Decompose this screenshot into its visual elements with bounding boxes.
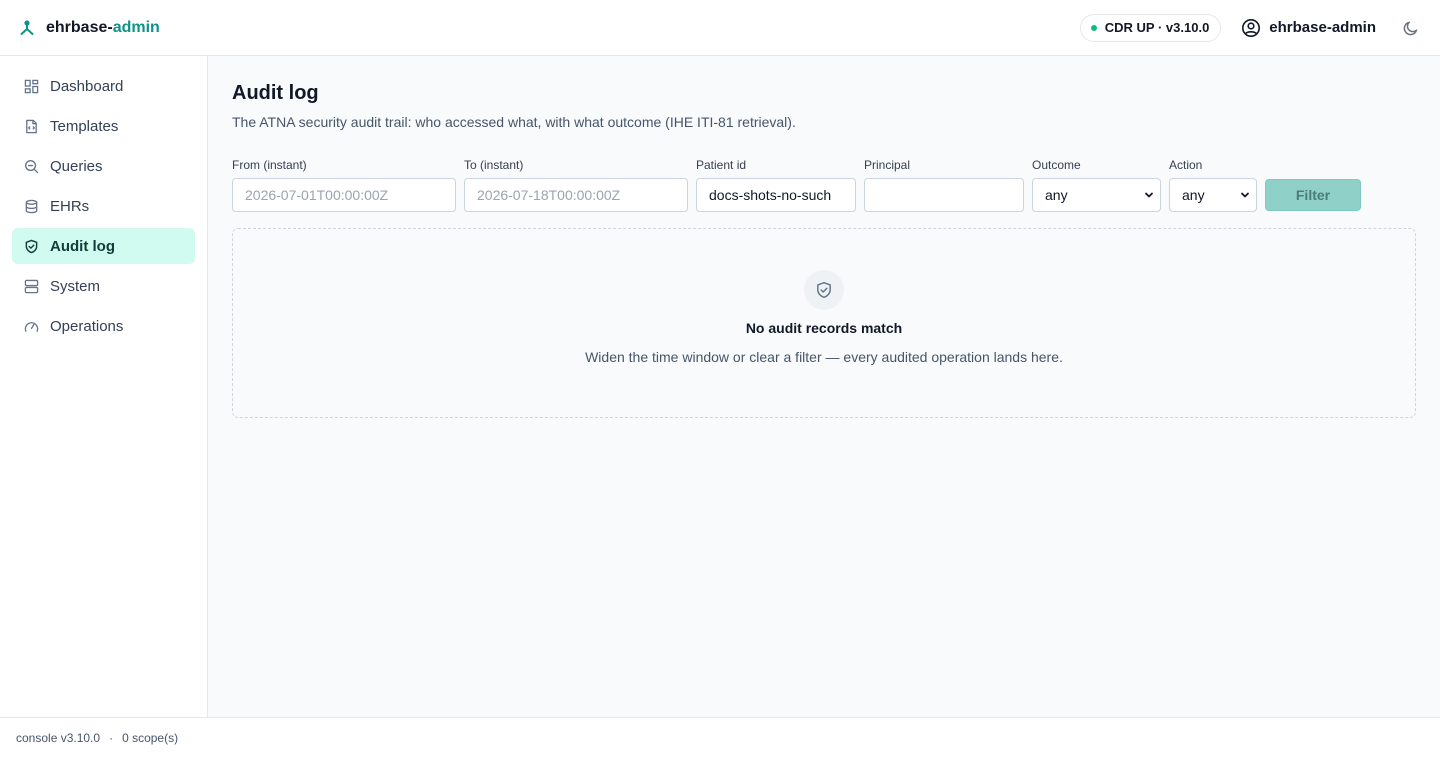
cdr-status-badge: CDR UP · v3.10.0 <box>1079 13 1222 42</box>
server-icon <box>24 279 39 293</box>
sidebar: Dashboard Templates Queries EHRs Audit l… <box>0 56 208 717</box>
to-field: To (instant) <box>464 158 688 212</box>
to-input[interactable] <box>464 178 688 212</box>
sidebar-item-queries[interactable]: Queries <box>12 148 195 184</box>
shield-check-icon <box>817 281 831 299</box>
user-menu[interactable]: ehrbase-admin <box>1241 18 1376 38</box>
sidebar-item-label: Templates <box>50 117 119 135</box>
logo-icon <box>18 19 36 37</box>
from-input[interactable] <box>232 178 456 212</box>
sidebar-item-operations[interactable]: Operations <box>12 308 195 344</box>
cdr-status-text: CDR UP · v3.10.0 <box>1104 20 1210 35</box>
gauge-icon <box>24 321 39 332</box>
brand-name: ehrbase- <box>46 18 113 36</box>
sidebar-item-ehrs[interactable]: EHRs <box>12 188 195 224</box>
shield-icon <box>25 239 38 253</box>
empty-state-title: No audit records match <box>745 320 903 336</box>
filter-button[interactable]: Filter <box>1265 179 1361 211</box>
outcome-label: Outcome <box>1032 158 1081 172</box>
console-version: console v3.10.0 <box>16 730 101 745</box>
action-select[interactable]: any <box>1169 178 1257 212</box>
top-bar: ehrbase-admin CDR UP · v3.10.0 ehrbase-a… <box>0 0 1440 56</box>
sidebar-item-dashboard[interactable]: Dashboard <box>12 68 195 104</box>
from-label: From (instant) <box>232 158 307 172</box>
empty-state: No audit records match Widen the time wi… <box>232 228 1416 418</box>
principal-label: Principal <box>864 158 911 172</box>
sidebar-item-label: Queries <box>50 157 103 175</box>
sidebar-item-label: System <box>50 277 101 295</box>
dashboard-icon <box>24 79 39 93</box>
patient-id-input[interactable] <box>696 178 856 212</box>
main-content: Audit log The ATNA security audit trail:… <box>208 56 1440 717</box>
to-label: To (instant) <box>464 158 524 172</box>
database-icon <box>25 199 38 213</box>
user-circle-icon <box>1241 18 1261 38</box>
status-dot-icon <box>1090 24 1097 31</box>
sidebar-item-label: Audit log <box>50 237 115 255</box>
sidebar-item-system[interactable]: System <box>12 268 195 304</box>
sidebar-item-label: Operations <box>50 317 124 335</box>
empty-state-text: Widen the time window or clear a filter … <box>585 349 1063 365</box>
queries-icon <box>25 159 39 173</box>
from-field: From (instant) <box>232 158 456 212</box>
moon-icon[interactable] <box>1402 19 1420 37</box>
action-field: Action any <box>1169 158 1257 212</box>
sidebar-item-label: EHRs <box>50 197 90 215</box>
page-title: Audit log <box>232 82 319 104</box>
principal-input[interactable] <box>864 178 1024 212</box>
footer: console v3.10.0 · 0 scope(s) <box>0 717 1440 757</box>
filter-bar: From (instant) To (instant) Patient id P… <box>232 156 1416 212</box>
sidebar-item-templates[interactable]: Templates <box>12 108 195 144</box>
action-label: Action <box>1169 158 1203 172</box>
page-subtitle: The ATNA security audit trail: who acces… <box>232 114 796 130</box>
sidebar-item-label: Dashboard <box>50 77 124 95</box>
outcome-field: Outcome any <box>1032 158 1161 212</box>
outcome-select[interactable]: any <box>1032 178 1161 212</box>
brand[interactable]: ehrbase-admin <box>18 19 160 37</box>
patient-label: Patient id <box>696 158 747 172</box>
patient-field: Patient id <box>696 158 856 212</box>
empty-state-icon-wrap <box>804 270 844 310</box>
brand-accent: admin <box>112 18 160 36</box>
templates-icon <box>26 119 37 133</box>
sidebar-item-audit-log[interactable]: Audit log <box>12 228 195 264</box>
footer-separator: · <box>109 730 114 745</box>
user-name: ehrbase-admin <box>1269 19 1376 36</box>
principal-field: Principal <box>864 158 1024 212</box>
scope-count: 0 scope(s) <box>122 730 179 745</box>
